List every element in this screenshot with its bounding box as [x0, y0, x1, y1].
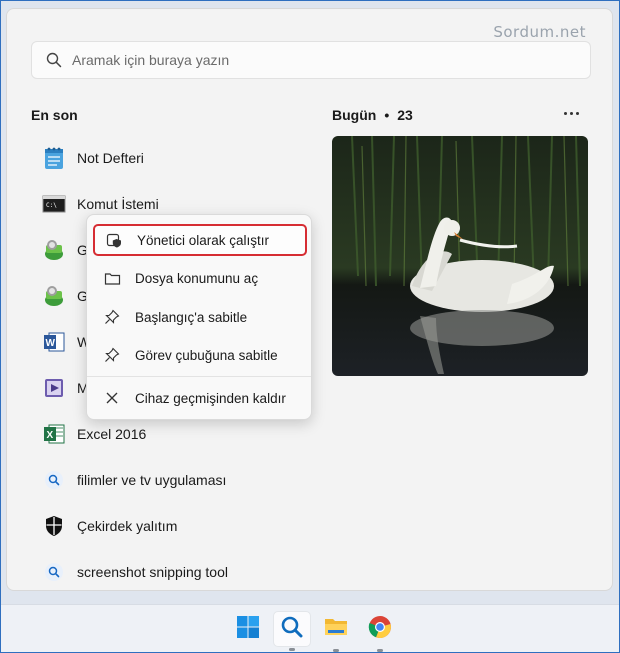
green-app-icon: [41, 237, 67, 263]
recent-item-search-films[interactable]: filimler ve tv uygulaması: [31, 457, 321, 503]
menu-item-remove-from-history[interactable]: Cihaz geçmişinden kaldır: [93, 382, 307, 414]
today-section-title: Bugün • 23: [332, 107, 413, 123]
recent-item-label: Komut İstemi: [77, 196, 159, 212]
recent-item-label: screenshot snipping tool: [77, 564, 228, 580]
taskbar-chrome-button[interactable]: [361, 611, 399, 652]
search-icon: [46, 51, 64, 69]
today-label: Bugün: [332, 107, 377, 123]
search-icon: [41, 467, 67, 493]
word-icon: W: [41, 329, 67, 355]
folder-icon: [103, 269, 121, 287]
chrome-icon: [368, 615, 392, 644]
menu-item-label: Yönetici olarak çalıştır: [137, 232, 270, 248]
menu-item-label: Cihaz geçmişinden kaldır: [135, 390, 286, 406]
svg-text:C:\: C:\: [46, 202, 57, 209]
svg-text:W: W: [46, 338, 56, 349]
menu-item-pin-to-taskbar[interactable]: Görev çubuğuna sabitle: [93, 339, 307, 371]
taskbar-start-button[interactable]: [229, 611, 267, 647]
close-icon: [103, 389, 121, 407]
pin-icon: [103, 308, 121, 326]
taskbar-search-button[interactable]: [273, 611, 311, 651]
recent-item-label: Çekirdek yalıtım: [77, 518, 178, 534]
svg-text:X: X: [47, 430, 54, 441]
recent-item-label: filimler ve tv uygulaması: [77, 472, 227, 488]
menu-item-label: Görev çubuğuna sabitle: [135, 347, 278, 363]
taskbar: [1, 604, 619, 652]
menu-separator: [87, 376, 311, 377]
more-options-button[interactable]: [559, 103, 583, 123]
search-icon: [280, 615, 304, 644]
notepad-icon: [41, 145, 67, 171]
media-icon: [41, 375, 67, 401]
menu-item-label: Dosya konumunu aç: [135, 270, 259, 286]
search-box[interactable]: [31, 41, 591, 79]
command-prompt-icon: C:\: [41, 191, 67, 217]
recent-item-label: Excel 2016: [77, 426, 147, 442]
today-photo[interactable]: [332, 136, 588, 376]
recent-item-core-isolation[interactable]: Çekirdek yalıtım: [31, 503, 321, 549]
swan-image: [332, 136, 588, 376]
taskbar-file-explorer-button[interactable]: [317, 611, 355, 652]
recent-item-label: Not Defteri: [77, 150, 144, 166]
search-icon: [41, 559, 67, 585]
green-app-icon: [41, 283, 67, 309]
pin-icon: [103, 346, 121, 364]
menu-item-run-as-admin[interactable]: Yönetici olarak çalıştır: [93, 224, 307, 256]
today-separator: •: [384, 107, 390, 123]
windows-start-icon: [236, 615, 260, 644]
excel-icon: X: [41, 421, 67, 447]
file-explorer-icon: [323, 615, 349, 644]
search-input[interactable]: [72, 52, 552, 68]
recent-item-notepad[interactable]: Not Defteri: [31, 135, 321, 181]
today-count: 23: [397, 107, 413, 123]
menu-item-pin-to-start[interactable]: Başlangıç'a sabitle: [93, 301, 307, 333]
recent-section-title: En son: [31, 107, 78, 123]
watermark: Sordum.net: [493, 23, 586, 41]
admin-shield-icon: [105, 231, 123, 249]
recent-item-search-snipping[interactable]: screenshot snipping tool: [31, 549, 321, 590]
context-menu: Yönetici olarak çalıştır Dosya konumunu …: [86, 214, 312, 420]
menu-item-open-file-location[interactable]: Dosya konumunu aç: [93, 262, 307, 294]
shield-icon: [41, 513, 67, 539]
menu-item-label: Başlangıç'a sabitle: [135, 309, 248, 325]
